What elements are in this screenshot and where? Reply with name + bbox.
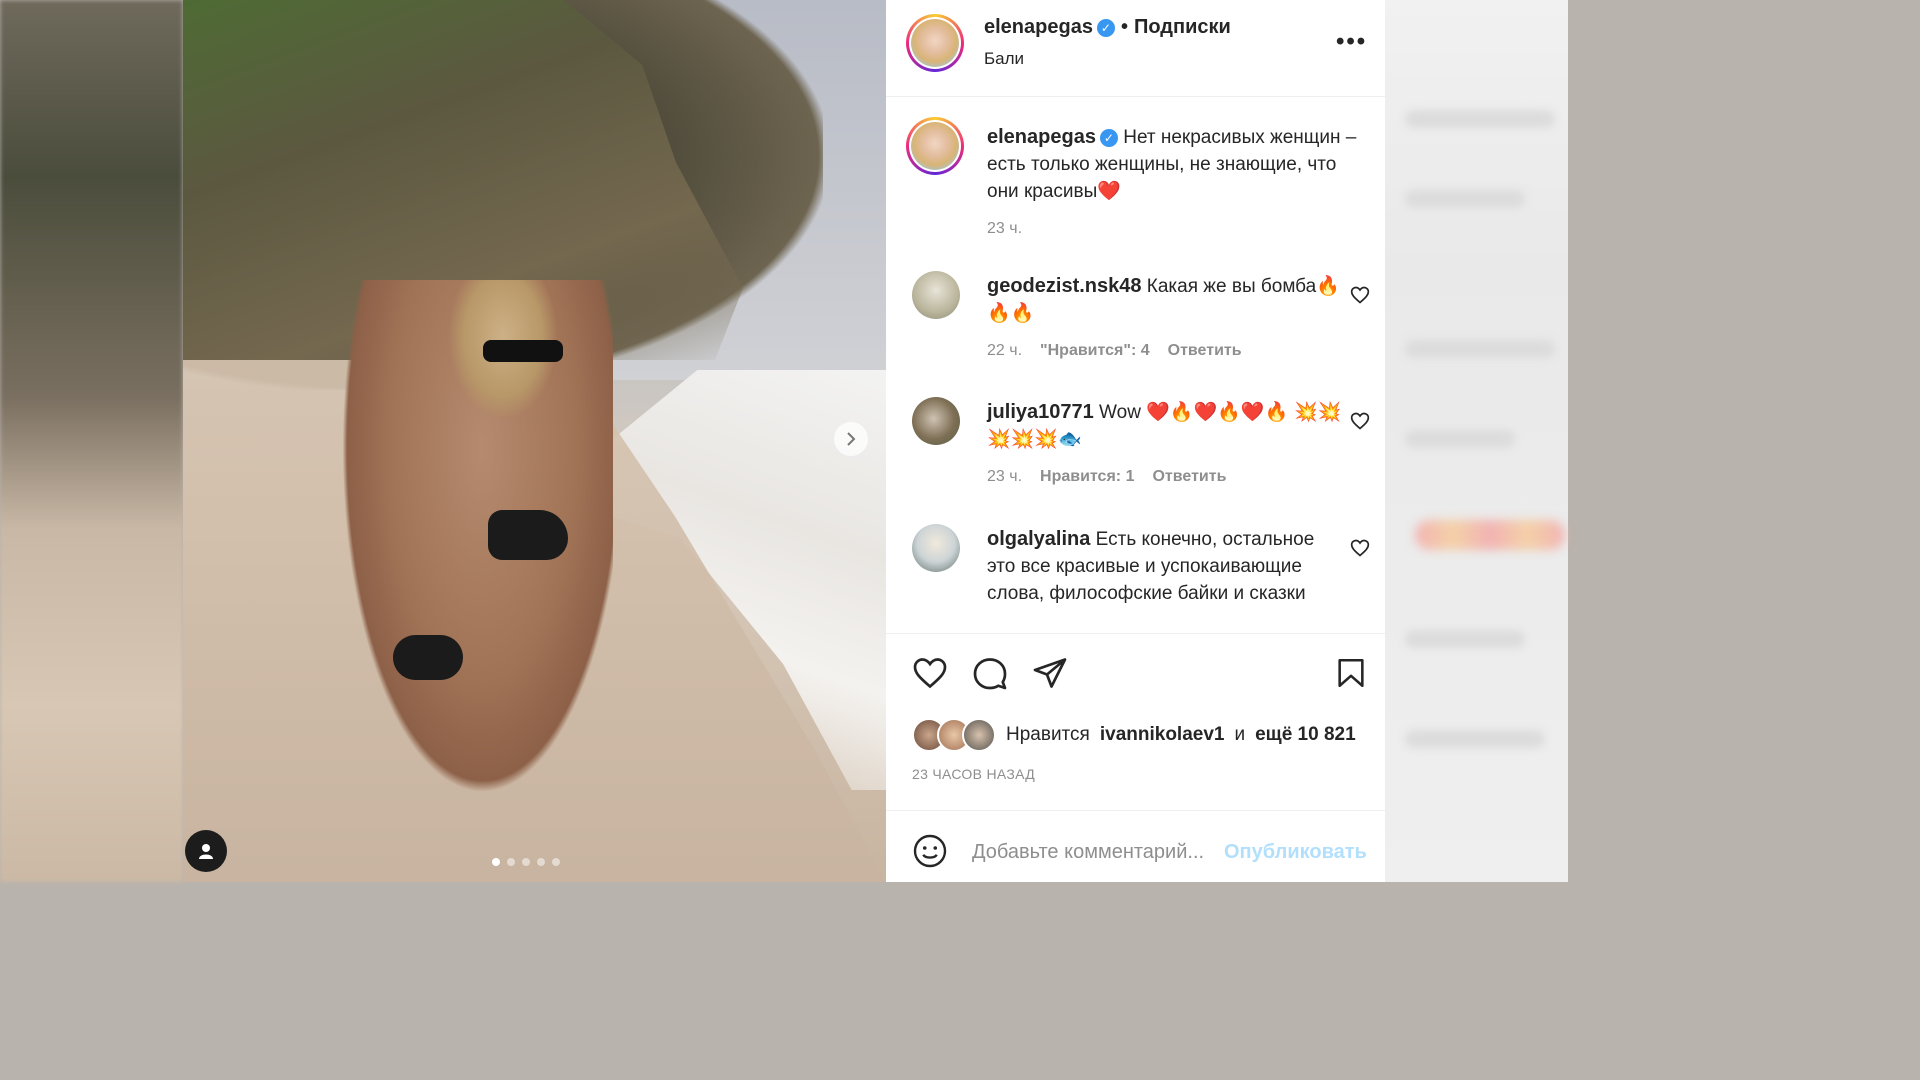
likers-avatars	[912, 718, 996, 752]
user-icon	[199, 844, 213, 859]
post-actions	[886, 655, 1385, 695]
caption-time: 23 ч.	[987, 220, 1023, 237]
like-comment-heart-icon[interactable]	[1350, 285, 1370, 305]
share-send-icon[interactable]	[1032, 655, 1068, 691]
reply-button[interactable]: Ответить	[1152, 463, 1226, 490]
carousel-dot	[522, 858, 530, 866]
caption-username[interactable]: elenapegas	[987, 126, 1096, 148]
more-options-icon[interactable]: •••	[1336, 28, 1367, 56]
chevron-right-icon	[847, 432, 856, 446]
comment-text: Какая же вы бомба	[1146, 276, 1317, 297]
likes-prefix: Нравится	[1006, 724, 1090, 745]
carousel-dot	[507, 858, 515, 866]
bookmark-save-icon[interactable]	[1334, 655, 1368, 691]
comment-time: 22 ч.	[987, 342, 1023, 359]
comment-username[interactable]: juliya10771	[987, 401, 1094, 423]
comment-input[interactable]: Добавьте комментарий...	[972, 841, 1204, 864]
comment-avatar[interactable]	[912, 397, 960, 445]
post-side-panel: elenapegas ✓ • Подписки Бали ••• elenapegas…	[886, 0, 1385, 882]
author-username[interactable]: elenapegas	[984, 16, 1093, 38]
comment-text: Wow	[1099, 402, 1141, 423]
comment-time: 23 ч.	[987, 468, 1023, 485]
caption-heart-emoji: ❤️	[1097, 180, 1121, 202]
carousel-indicator	[492, 858, 560, 866]
post-timestamp[interactable]: 23 ЧАСОВ НАЗАД	[912, 766, 1035, 782]
comment-likes-count[interactable]: Нравится: 1	[1040, 463, 1134, 490]
comment-avatar[interactable]	[912, 524, 960, 572]
likes-summary[interactable]: Нравится ivannikolaev1 и ещё 10 821	[912, 717, 1356, 753]
follow-status-button[interactable]: Подписки	[1134, 16, 1231, 38]
add-comment-bar: Добавьте комментарий... Опубликовать	[886, 810, 1385, 883]
comment-likes-count[interactable]: "Нравится": 4	[1040, 337, 1150, 364]
reply-button[interactable]: Ответить	[1168, 337, 1242, 364]
verified-badge-icon: ✓	[1099, 128, 1118, 147]
post-photo[interactable]	[183, 0, 886, 882]
post-header: elenapegas ✓ • Подписки Бали •••	[886, 0, 1385, 97]
liker-username[interactable]: ivannikolaev1	[1100, 724, 1225, 746]
location-link[interactable]: Бали	[984, 49, 1024, 69]
verified-badge-icon: ✓	[1096, 18, 1115, 37]
next-image-button[interactable]	[834, 422, 868, 456]
comment-username[interactable]: geodezist.nsk48	[987, 275, 1142, 297]
carousel-dot	[552, 858, 560, 866]
tagged-users-button[interactable]	[185, 830, 227, 872]
like-comment-heart-icon[interactable]	[1350, 411, 1370, 431]
comment-avatar[interactable]	[912, 271, 960, 319]
likes-count[interactable]: ещё 10 821	[1255, 724, 1356, 746]
likes-conj: и	[1234, 724, 1246, 745]
comments-list[interactable]: elenapegas ✓ Нет некрасивых женщин – есть…	[886, 97, 1385, 634]
comment-username[interactable]: olgalyalina	[987, 528, 1090, 550]
emoji-picker-icon[interactable]	[912, 833, 948, 869]
author-avatar[interactable]	[906, 14, 964, 72]
caption-author-avatar[interactable]	[906, 117, 964, 175]
woman-on-beach-image	[323, 280, 613, 840]
blurred-background-left	[0, 0, 183, 882]
blurred-background-right	[1385, 0, 1568, 882]
publish-button[interactable]: Опубликовать	[1224, 841, 1367, 864]
carousel-dot	[492, 858, 500, 866]
like-comment-heart-icon[interactable]	[1350, 538, 1370, 558]
comment-bubble-icon[interactable]	[972, 655, 1008, 691]
carousel-dot	[537, 858, 545, 866]
like-heart-icon[interactable]	[912, 655, 948, 691]
